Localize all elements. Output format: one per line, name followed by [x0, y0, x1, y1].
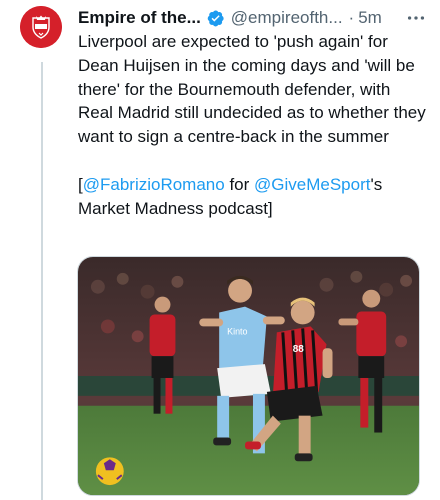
author-name[interactable]: Empire of the... [78, 6, 201, 30]
opponent-number: 88 [293, 344, 305, 355]
tweet-header: Empire of the... @empireofth... · 5m [78, 6, 428, 30]
mention-link-fabrizioromano[interactable]: @FabrizioRomano [83, 175, 225, 194]
tweet-media-photo[interactable]: Kinto 88 [77, 256, 420, 496]
author-handle[interactable]: @empireofth... [231, 6, 343, 30]
timestamp[interactable]: 5m [358, 6, 382, 30]
football-match-photo: Kinto 88 [78, 257, 419, 495]
verified-badge-icon[interactable] [206, 9, 225, 28]
city-jersey-sponsor: Kinto [227, 326, 247, 336]
tweet-text: Liverpool are expected to 'push again' f… [78, 30, 428, 221]
separator-dot: · [348, 8, 355, 27]
avatar[interactable] [20, 6, 62, 48]
tweet-paragraph-2: [@FabrizioRomano for @GiveMeSport's Mark… [78, 173, 428, 221]
tweet-paragraph-1: Liverpool are expected to 'push again' f… [78, 32, 426, 147]
more-horizontal-icon[interactable] [404, 6, 428, 30]
thread-line [41, 62, 43, 500]
for-word: for [224, 174, 255, 194]
mention-link-givemesport[interactable]: @GiveMeSport [254, 175, 370, 194]
empire-of-the-kop-crest-icon [20, 6, 62, 48]
